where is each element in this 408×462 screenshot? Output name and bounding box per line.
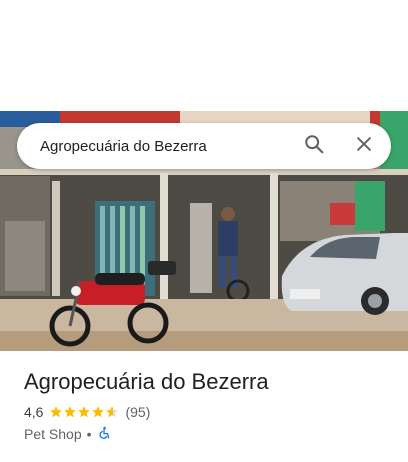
search-input[interactable] [40,123,290,169]
category-label: Pet Shop [24,426,82,442]
place-name: Agropecuária do Bezerra [24,369,269,394]
search-button[interactable] [299,131,329,161]
star-icon [92,406,105,418]
category-row: Pet Shop • [24,425,111,443]
rating-stars [49,405,119,419]
star-icon [106,406,119,418]
wheelchair-icon [97,426,111,443]
search-bar[interactable] [17,123,391,169]
clear-search-button[interactable] [349,131,379,161]
star-icon [78,406,91,418]
star-icon [64,406,77,418]
rating-row[interactable]: 4,6 (95) [24,403,150,421]
rating-value: 4,6 [24,404,44,420]
star-icon [50,406,63,418]
close-icon [354,134,374,159]
search-icon [303,133,325,160]
review-count[interactable]: (95) [125,404,150,420]
separator-dot: • [86,426,92,442]
